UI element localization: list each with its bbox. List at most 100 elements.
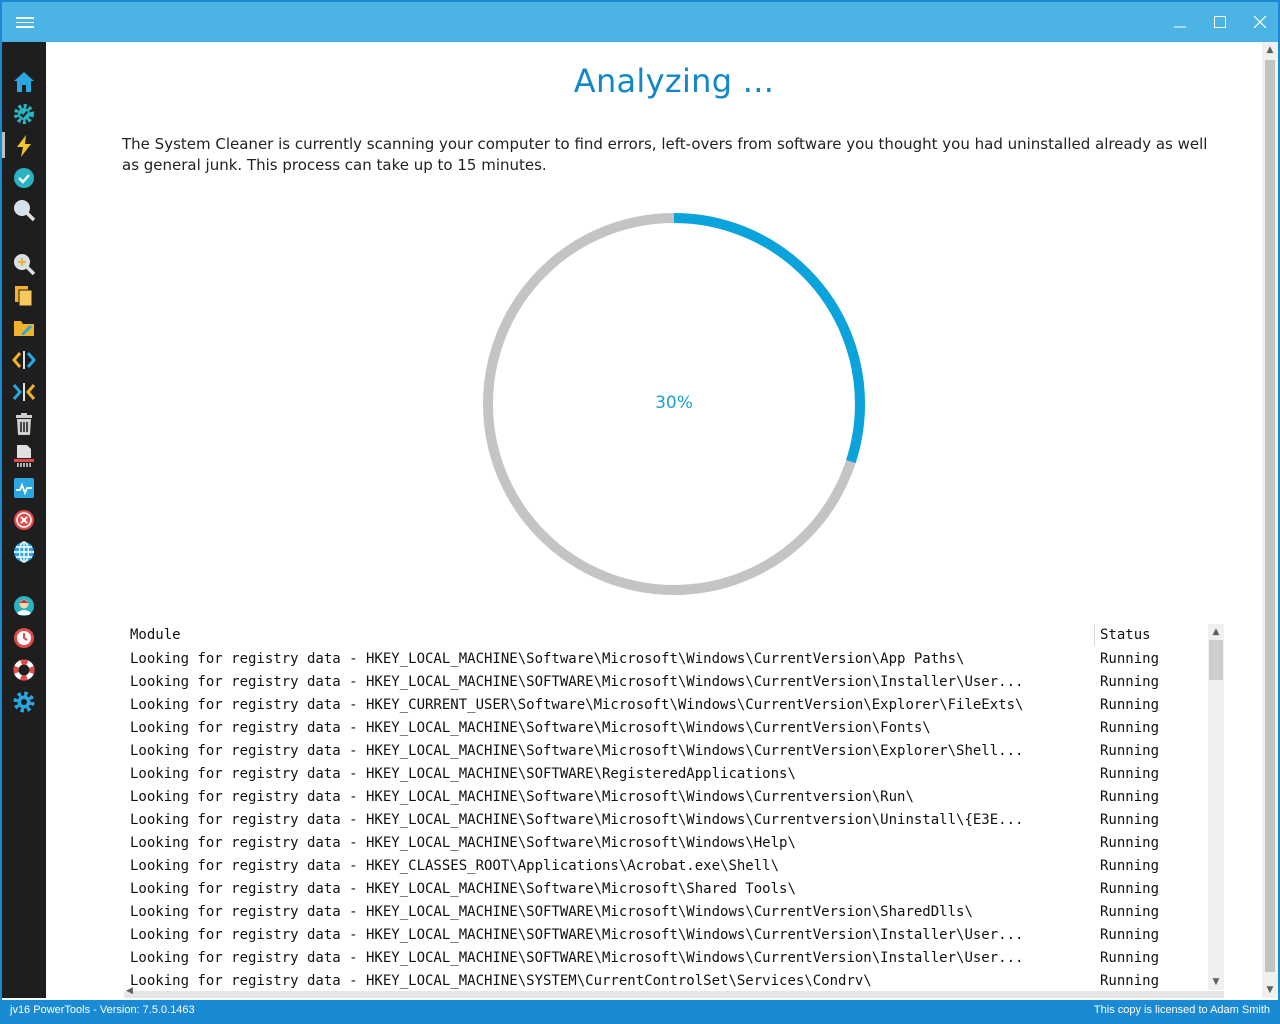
table-row[interactable]: Looking for registry data - HKEY_LOCAL_M… — [124, 878, 1208, 901]
cell-module: Looking for registry data - HKEY_LOCAL_M… — [130, 950, 1024, 966]
scroll-up-icon[interactable]: ▲ — [1208, 624, 1224, 640]
cell-module: Looking for registry data - HKEY_CURRENT… — [130, 697, 1024, 713]
cell-status: Running — [1100, 950, 1160, 966]
cell-status: Running — [1100, 674, 1160, 690]
cell-module: Looking for registry data - HKEY_LOCAL_M… — [130, 927, 1024, 943]
table-row[interactable]: Looking for registry data - HKEY_LOCAL_M… — [124, 809, 1208, 832]
sidebar-item-internet[interactable] — [2, 536, 46, 566]
lifebuoy-icon — [13, 659, 35, 681]
sidebar-item-shredder[interactable] — [2, 440, 46, 470]
sidebar-item-system-monitor[interactable] — [2, 472, 46, 502]
cell-module: Looking for registry data - HKEY_LOCAL_M… — [130, 835, 796, 851]
globe-icon — [14, 541, 34, 563]
table-row[interactable]: Looking for registry data - HKEY_LOCAL_M… — [124, 970, 1208, 993]
cell-status: Running — [1100, 789, 1160, 805]
cell-status: Running — [1100, 858, 1160, 874]
sidebar-item-help[interactable] — [2, 654, 46, 684]
sidebar — [2, 42, 46, 998]
clock-icon — [14, 628, 34, 648]
sidebar-item-system-cleaner[interactable] — [2, 130, 46, 160]
cell-module: Looking for registry data - HKEY_LOCAL_M… — [130, 720, 931, 736]
cell-module: Looking for registry data - HKEY_LOCAL_M… — [130, 973, 872, 989]
sidebar-item-file-finder[interactable] — [2, 248, 46, 278]
monitor-activity-icon — [14, 478, 34, 498]
magnifier-icon — [14, 200, 36, 222]
cell-status: Running — [1100, 835, 1160, 851]
home-icon — [14, 72, 34, 92]
minimize-icon — [1174, 26, 1186, 28]
sidebar-item-history[interactable] — [2, 622, 46, 652]
table-row[interactable]: Looking for registry data - HKEY_CLASSES… — [124, 855, 1208, 878]
module-table: Module Status Looking for registry data … — [124, 622, 1224, 998]
sidebar-item-file-merger[interactable] — [2, 376, 46, 406]
cell-status: Running — [1100, 881, 1160, 897]
minimize-button[interactable] — [1160, 2, 1200, 42]
cell-status: Running — [1100, 973, 1160, 989]
maximize-button[interactable] — [1200, 2, 1240, 42]
cell-status: Running — [1100, 743, 1160, 759]
license-text: This copy is licensed to Adam Smith — [1093, 1004, 1270, 1016]
scroll-down-icon[interactable]: ▼ — [1208, 974, 1224, 990]
table-row[interactable]: Looking for registry data - HKEY_LOCAL_M… — [124, 740, 1208, 763]
page-scroll-thumb[interactable] — [1265, 60, 1275, 972]
page-scroll-up-icon[interactable]: ▲ — [1262, 42, 1278, 58]
hamburger-icon[interactable] — [16, 14, 34, 30]
cell-status: Running — [1100, 904, 1160, 920]
table-row[interactable]: Looking for registry data - HKEY_LOCAL_M… — [124, 648, 1208, 671]
table-scroll-thumb[interactable] — [1209, 640, 1223, 680]
table-row[interactable]: Looking for registry data - HKEY_LOCAL_M… — [124, 763, 1208, 786]
close-button[interactable] — [1240, 2, 1280, 42]
version-text: jv16 PowerTools - Version: 7.5.0.1463 — [10, 1004, 195, 1016]
sidebar-item-home[interactable] — [2, 66, 46, 96]
table-row[interactable]: Looking for registry data - HKEY_LOCAL_M… — [124, 947, 1208, 970]
column-divider[interactable] — [1094, 624, 1095, 646]
sidebar-item-settings[interactable] — [2, 686, 46, 716]
sidebar-item-file-tools[interactable] — [2, 312, 46, 342]
sidebar-item-account[interactable] — [2, 590, 46, 620]
cell-status: Running — [1100, 697, 1160, 713]
page-vertical-scrollbar[interactable]: ▲ ▼ — [1262, 42, 1278, 998]
table-vertical-scrollbar[interactable]: ▲ ▼ — [1208, 624, 1224, 990]
sidebar-item-system-checkup[interactable] — [2, 98, 46, 128]
status-bar: jv16 PowerTools - Version: 7.5.0.1463 Th… — [2, 1000, 1278, 1022]
folder-edit-icon — [14, 321, 34, 336]
cell-status: Running — [1100, 651, 1160, 667]
table-row[interactable]: Looking for registry data - HKEY_LOCAL_M… — [124, 786, 1208, 809]
merge-arrows-icon — [12, 383, 36, 401]
cell-module: Looking for registry data - HKEY_LOCAL_M… — [130, 789, 914, 805]
cancel-circle-icon — [14, 510, 34, 530]
documents-icon — [15, 286, 33, 307]
cell-module: Looking for registry data - HKEY_LOCAL_M… — [130, 881, 796, 897]
table-row[interactable]: Looking for registry data - HKEY_LOCAL_M… — [124, 924, 1208, 947]
column-header-module[interactable]: Module — [130, 627, 181, 643]
sidebar-item-fix[interactable] — [2, 162, 46, 192]
cell-module: Looking for registry data - HKEY_LOCAL_M… — [130, 904, 973, 920]
table-horizontal-scrollbar[interactable]: ◀ — [124, 986, 1224, 998]
sidebar-item-search[interactable] — [2, 194, 46, 224]
table-row[interactable]: Looking for registry data - HKEY_LOCAL_M… — [124, 901, 1208, 924]
cell-module: Looking for registry data - HKEY_LOCAL_M… — [130, 766, 796, 782]
table-row[interactable]: Looking for registry data - HKEY_LOCAL_M… — [124, 671, 1208, 694]
cell-status: Running — [1100, 812, 1160, 828]
user-support-icon — [14, 596, 34, 616]
sidebar-item-startup-timer[interactable] — [2, 504, 46, 534]
settings-gear-icon — [13, 691, 35, 713]
checkmark-circle-icon — [14, 168, 34, 188]
app-window: Analyzing ... The System Cleaner is curr… — [0, 0, 1280, 1024]
cell-status: Running — [1100, 766, 1160, 782]
sidebar-item-file-splitter[interactable] — [2, 344, 46, 374]
column-header-status[interactable]: Status — [1100, 627, 1151, 643]
table-header: Module Status — [124, 622, 1224, 646]
progress-percent: 30% — [655, 393, 693, 413]
table-row[interactable]: Looking for registry data - HKEY_LOCAL_M… — [124, 717, 1208, 740]
sidebar-item-file-deleter[interactable] — [2, 408, 46, 438]
scroll-left-icon[interactable]: ◀ — [126, 986, 133, 996]
table-row[interactable]: Looking for registry data - HKEY_LOCAL_M… — [124, 832, 1208, 855]
shredder-icon — [14, 445, 34, 467]
description-text: The System Cleaner is currently scanning… — [122, 135, 1208, 174]
table-row[interactable]: Looking for registry data - HKEY_CURRENT… — [124, 694, 1208, 717]
sidebar-item-duplicates[interactable] — [2, 280, 46, 310]
page-title: Analyzing ... — [573, 62, 775, 100]
cell-status: Running — [1100, 720, 1160, 736]
page-scroll-down-icon[interactable]: ▼ — [1262, 982, 1278, 998]
